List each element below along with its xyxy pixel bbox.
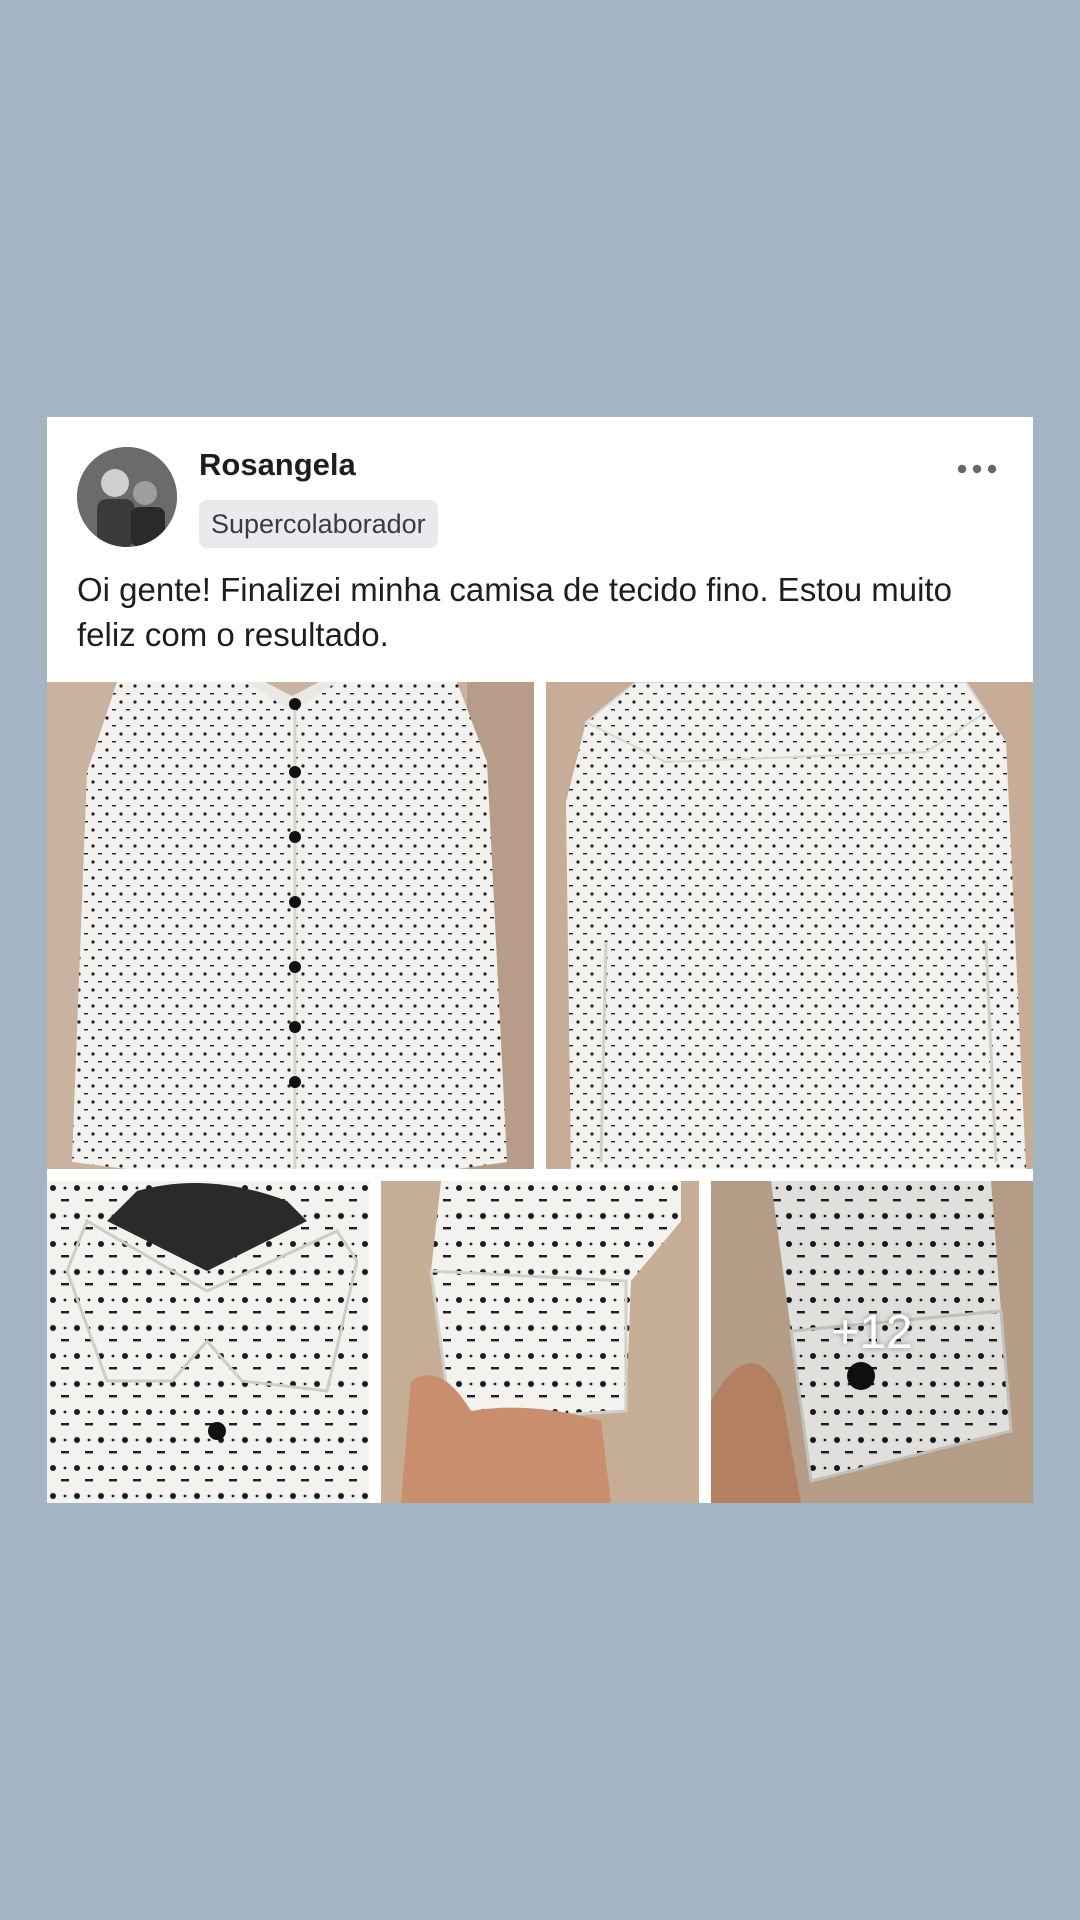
post-text: Oi gente! Finalizei minha camisa de teci…: [77, 571, 952, 653]
post-card: Rosangela Supercolaborador Oi gente! Fin…: [47, 417, 1033, 1503]
photo-shirt-front[interactable]: [47, 682, 534, 1169]
photo-shirt-back[interactable]: [546, 682, 1033, 1169]
more-options-icon[interactable]: [955, 459, 999, 479]
more-photos-count: +12: [831, 1305, 913, 1359]
author-badge: Supercolaborador: [199, 500, 438, 548]
photo-collar[interactable]: [47, 1181, 369, 1503]
author-name[interactable]: Rosangela: [199, 447, 356, 483]
more-photos-overlay[interactable]: +12: [711, 1181, 1033, 1503]
author-avatar[interactable]: [77, 447, 177, 547]
photo-sleeve-cuff[interactable]: [381, 1181, 699, 1503]
photo-cuff-button[interactable]: +12: [711, 1181, 1033, 1503]
